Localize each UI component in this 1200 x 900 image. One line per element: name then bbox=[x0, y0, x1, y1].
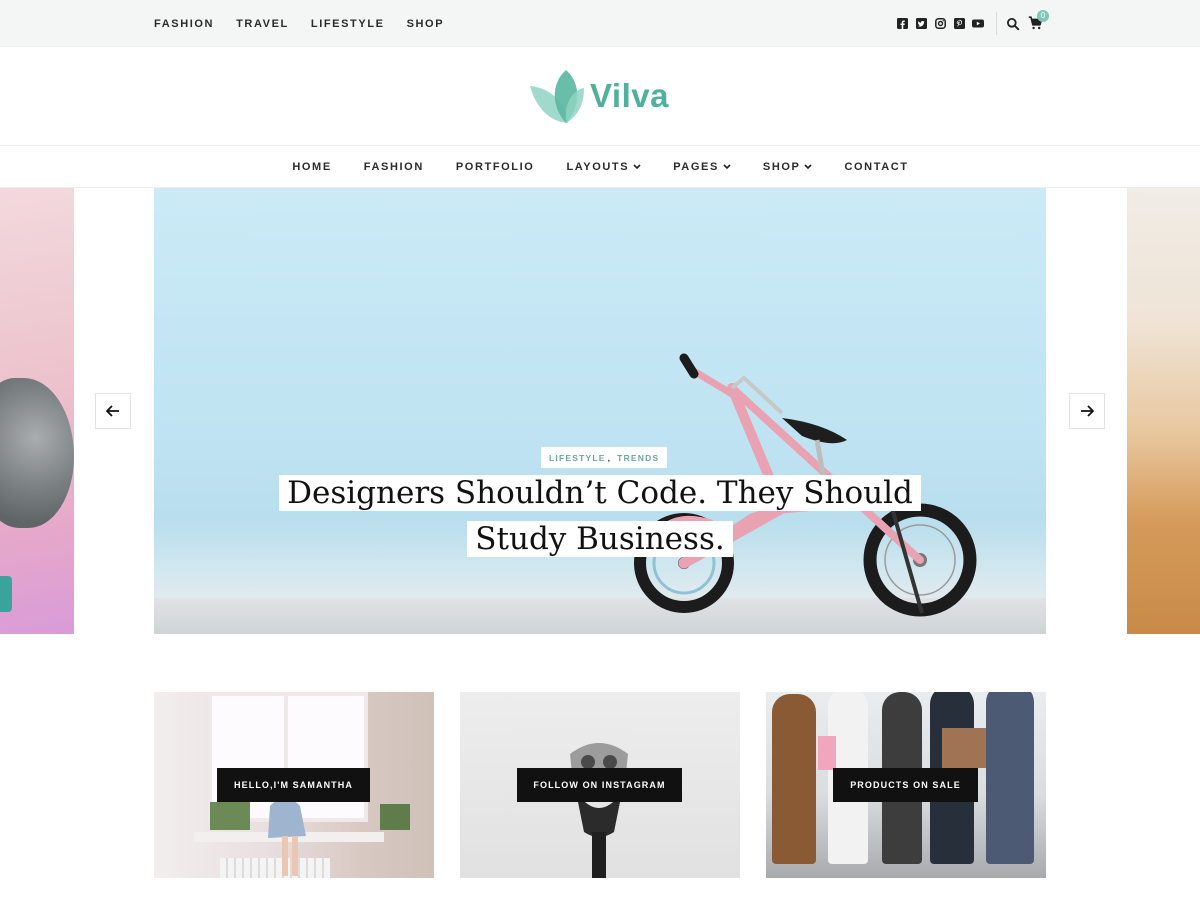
main-nav-contact[interactable]: Contact bbox=[844, 161, 908, 173]
arrow-right-icon bbox=[1081, 405, 1094, 417]
promo-instagram[interactable]: FOLLOW ON INSTAGRAM bbox=[460, 692, 740, 878]
pinterest-icon[interactable] bbox=[953, 18, 965, 30]
search-icon[interactable] bbox=[1006, 17, 1020, 31]
chevron-down-icon bbox=[804, 163, 813, 169]
category-trends[interactable]: TRENDS bbox=[617, 453, 659, 463]
instagram-icon[interactable] bbox=[934, 18, 946, 30]
sweater-image bbox=[0, 378, 74, 528]
promo-about[interactable]: HELLO,I'M SAMANTHA bbox=[154, 692, 434, 878]
main-nav-contact-label: Contact bbox=[844, 160, 909, 173]
shopping-bag-image bbox=[818, 736, 836, 770]
top-nav: Fashion Travel Lifestyle Shop bbox=[154, 0, 444, 47]
top-nav-shop[interactable]: Shop bbox=[407, 18, 445, 30]
next-slide-peek[interactable] bbox=[1127, 188, 1200, 634]
binocular-viewer-image bbox=[570, 743, 628, 878]
main-nav-home-label: Home bbox=[292, 160, 332, 173]
promo-instagram-label: FOLLOW ON INSTAGRAM bbox=[517, 768, 682, 802]
arrow-left-icon bbox=[106, 405, 119, 417]
leaf-logo-icon bbox=[530, 70, 584, 123]
shopper-figure bbox=[986, 692, 1034, 864]
teal-object-image bbox=[0, 576, 12, 612]
top-nav-travel[interactable]: Travel bbox=[236, 18, 289, 30]
slider-next-button[interactable] bbox=[1069, 393, 1105, 429]
main-nav-portfolio-label: Portfolio bbox=[455, 160, 535, 173]
main-nav-fashion[interactable]: Fashion bbox=[364, 161, 424, 173]
category-lifestyle[interactable]: LIFESTYLE bbox=[549, 453, 606, 463]
chevron-down-icon bbox=[633, 163, 641, 169]
top-nav-fashion[interactable]: Fashion bbox=[154, 18, 214, 30]
brand-name: Vilva bbox=[590, 77, 669, 114]
main-nav-shop[interactable]: Shop bbox=[763, 161, 813, 173]
top-bar: Fashion Travel Lifestyle Shop 0 bbox=[0, 0, 1200, 47]
promo-about-label: HELLO,I'M SAMANTHA bbox=[217, 768, 370, 802]
main-nav: Home Fashion Portfolio Layouts Pages Sho… bbox=[0, 145, 1200, 188]
main-nav-fashion-label: Fashion bbox=[363, 160, 424, 173]
social-links bbox=[896, 0, 984, 47]
twitter-icon[interactable] bbox=[915, 18, 927, 30]
shopper-figure bbox=[772, 694, 816, 864]
category-separator: , bbox=[607, 452, 612, 463]
shopping-bag-image bbox=[942, 728, 986, 768]
main-nav-pages-label: Pages bbox=[673, 160, 719, 173]
prev-slide-peek[interactable] bbox=[0, 188, 74, 634]
site-logo[interactable]: Vilva bbox=[528, 68, 669, 124]
youtube-icon[interactable] bbox=[972, 18, 984, 30]
main-nav-portfolio[interactable]: Portfolio bbox=[456, 161, 535, 173]
main-nav-layouts[interactable]: Layouts bbox=[566, 161, 641, 173]
facebook-icon[interactable] bbox=[896, 18, 908, 30]
slide-title[interactable]: Designers Shouldn’t Code. They Should St… bbox=[154, 470, 1046, 562]
post-categories: LIFESTYLE , TRENDS bbox=[541, 447, 668, 468]
hero-slide[interactable] bbox=[154, 188, 1046, 634]
cart-count-badge: 0 bbox=[1037, 10, 1049, 22]
slider-prev-button[interactable] bbox=[95, 393, 131, 429]
promo-sale-label: PRODUCTS ON SALE bbox=[833, 768, 978, 802]
main-nav-pages[interactable]: Pages bbox=[673, 161, 731, 173]
slide-title-line-2: Study Business. bbox=[467, 521, 733, 557]
main-nav-home[interactable]: Home bbox=[292, 161, 331, 173]
main-nav-shop-label: Shop bbox=[762, 160, 801, 173]
top-bar-divider bbox=[996, 12, 997, 35]
main-nav-layouts-label: Layouts bbox=[566, 160, 630, 173]
woman-sitting-image bbox=[210, 798, 410, 876]
slide-title-line-1: Designers Shouldn’t Code. They Should bbox=[279, 475, 921, 511]
top-nav-lifestyle[interactable]: Lifestyle bbox=[311, 18, 385, 30]
chevron-down-icon bbox=[723, 163, 731, 169]
promo-sale[interactable]: PRODUCTS ON SALE bbox=[766, 692, 1046, 878]
